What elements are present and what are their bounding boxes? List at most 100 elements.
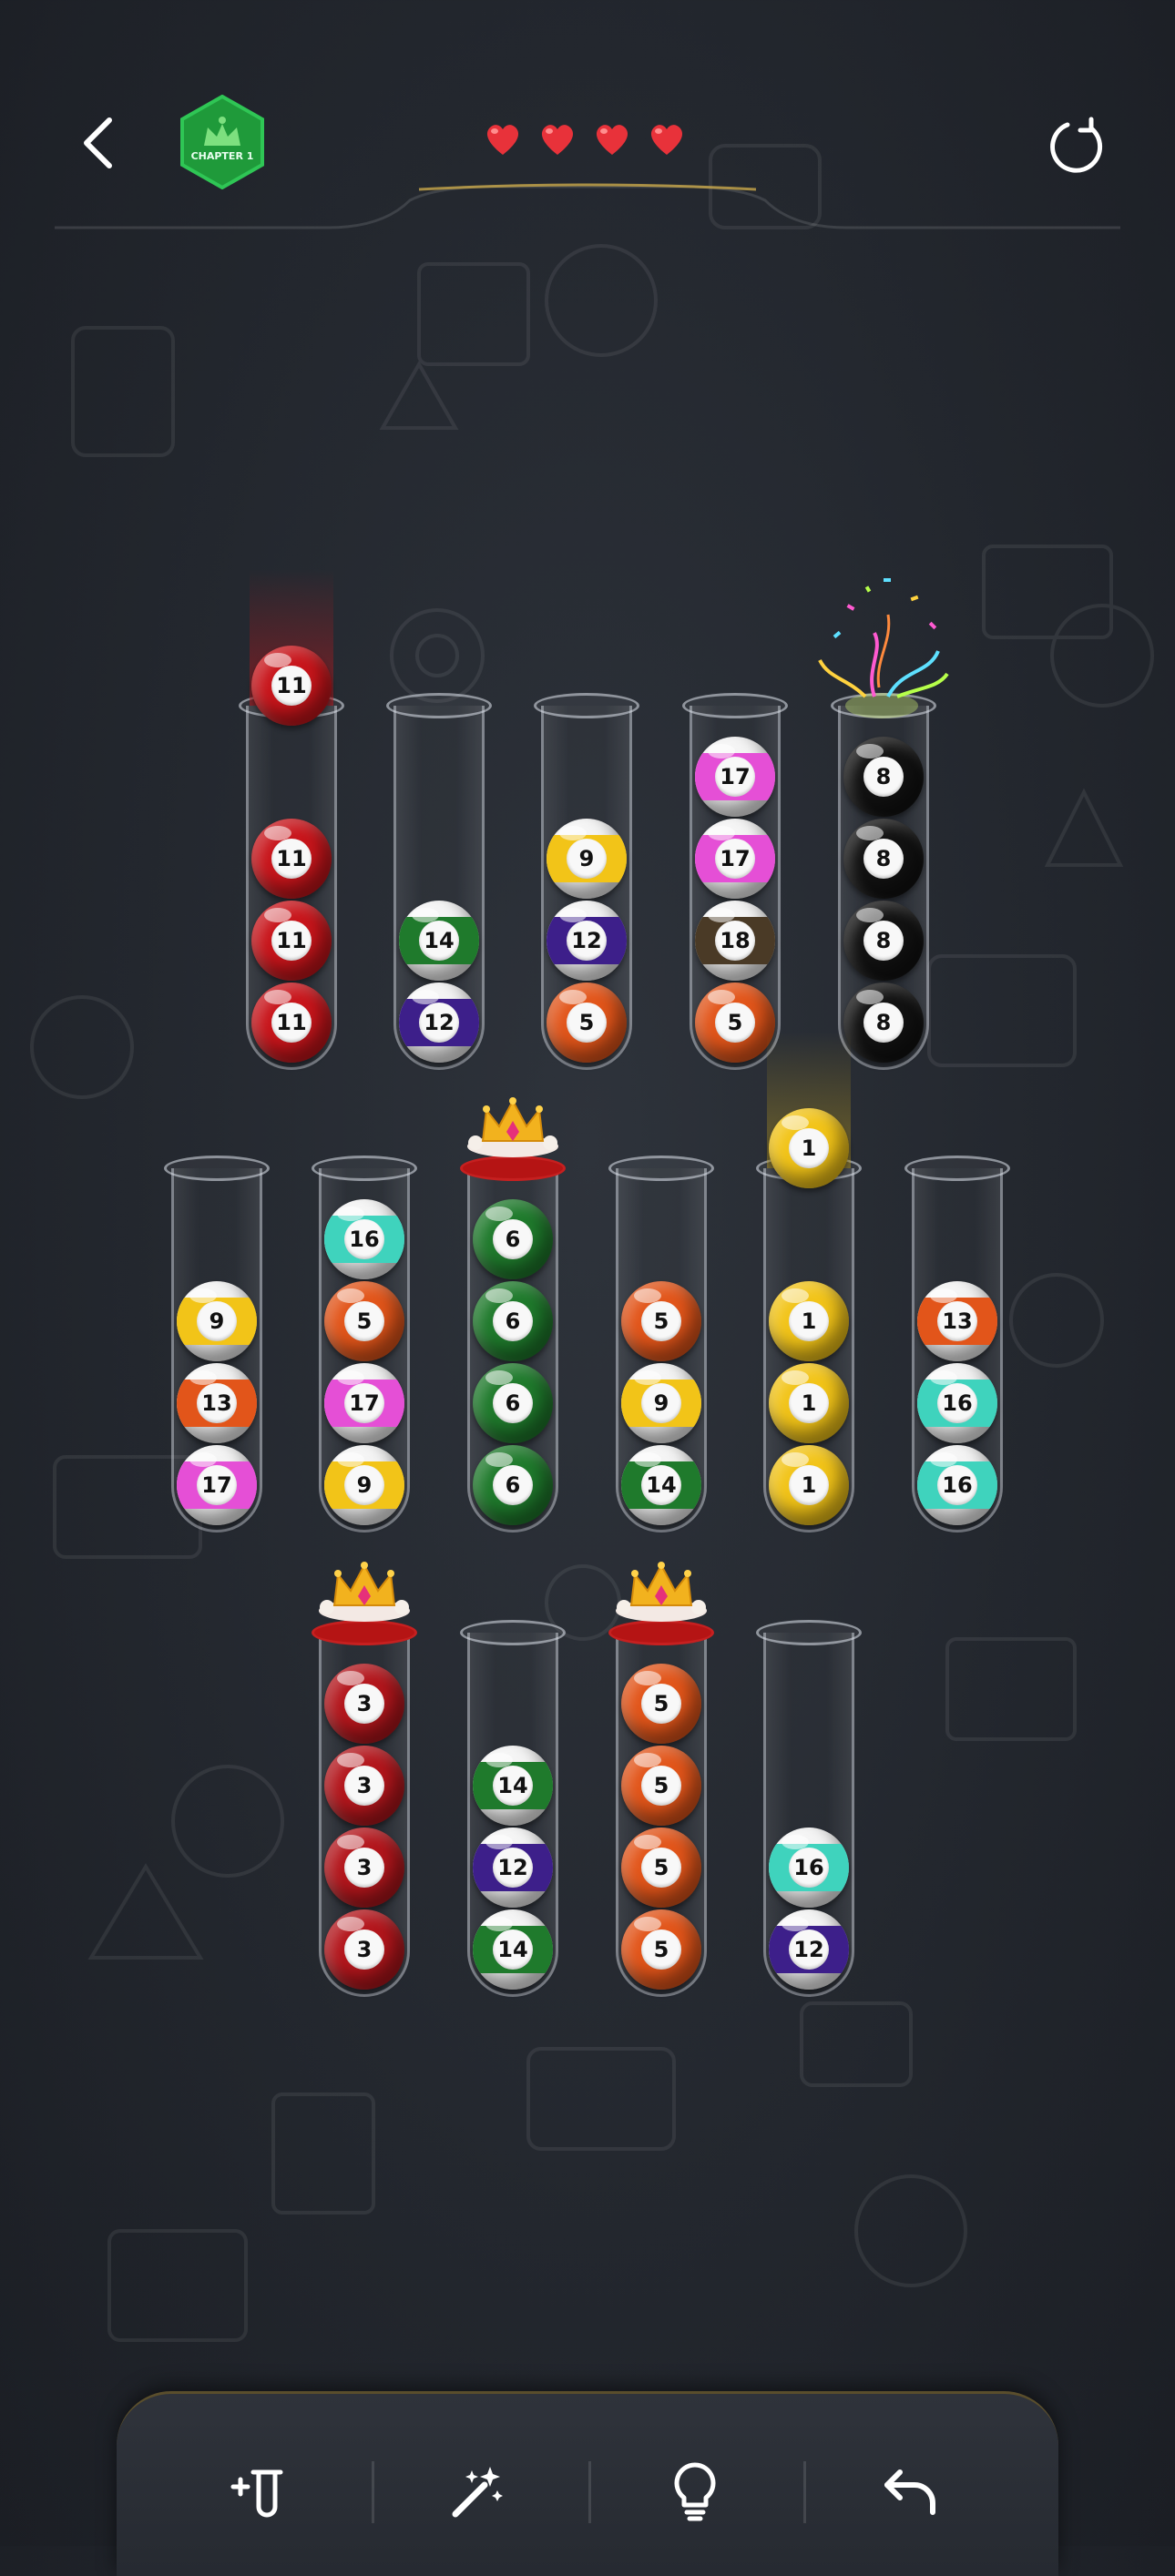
ball: 1 — [769, 1363, 849, 1443]
ball-shine — [782, 1288, 809, 1303]
ball-number: 17 — [715, 757, 755, 797]
magic-wand-button[interactable] — [435, 2450, 517, 2532]
tube-14[interactable]: 5 5 5 5 — [608, 1562, 714, 1997]
ball-shine — [337, 1288, 364, 1303]
ball-number: 9 — [344, 1465, 384, 1505]
ball-shine — [337, 1835, 364, 1849]
back-button[interactable] — [73, 109, 128, 178]
tube-rim — [312, 1156, 417, 1181]
tube-5[interactable]: 8 8 8 8 — [818, 578, 949, 1070]
ball: 14 — [473, 1746, 553, 1826]
tube-13[interactable]: 14 12 14 — [460, 1620, 566, 1997]
ball-number: 8 — [863, 839, 904, 879]
ball-number: 17 — [344, 1383, 384, 1423]
heart-icon — [486, 125, 519, 155]
ball: 5 — [695, 983, 775, 1063]
ball-shine — [930, 1452, 957, 1467]
ball-shine — [634, 1835, 661, 1849]
tube-4[interactable]: 17 17 18 5 — [682, 693, 788, 1070]
ball-shine — [856, 990, 884, 1004]
chevron-left-icon — [84, 117, 112, 168]
ball-number: 18 — [715, 921, 755, 961]
ball: 9 — [547, 819, 627, 899]
ball-number: 3 — [344, 1848, 384, 1888]
ball-shine — [189, 1452, 217, 1467]
ball-shine — [782, 1370, 809, 1385]
ball-shine — [634, 1753, 661, 1767]
tube-rim — [460, 1156, 566, 1181]
ball-shine — [485, 1835, 513, 1849]
ball: 13 — [177, 1363, 257, 1443]
ball: 5 — [324, 1281, 404, 1361]
top-bar: CHAPTER 1 — [0, 0, 1175, 237]
hint-button[interactable] — [654, 2450, 736, 2532]
ball: 17 — [695, 737, 775, 817]
ball-shine — [412, 908, 439, 922]
ball: 12 — [399, 983, 479, 1063]
ball-shine — [708, 826, 735, 840]
tube-15[interactable]: 16 12 — [756, 1620, 862, 1997]
tube-12[interactable]: 3 3 3 3 — [312, 1562, 417, 1997]
ball: 16 — [324, 1199, 404, 1279]
ball-number: 3 — [344, 1684, 384, 1724]
heart-icon — [541, 125, 574, 155]
ball-shine — [708, 990, 735, 1004]
ball-shine — [337, 1370, 364, 1385]
hint-bulb-icon — [674, 2462, 716, 2521]
ball-number: 16 — [789, 1848, 829, 1888]
ball-number: 12 — [493, 1848, 533, 1888]
crown-icon — [616, 1562, 707, 1622]
ball-number: 5 — [641, 1684, 681, 1724]
lifted-ball: 11 — [251, 646, 332, 726]
ball: 9 — [324, 1445, 404, 1525]
ball-shine — [337, 1753, 364, 1767]
ball: 9 — [177, 1281, 257, 1361]
ball-shine — [856, 908, 884, 922]
ball-shine — [412, 990, 439, 1004]
ball-number: 14 — [493, 1929, 533, 1970]
bottom-toolbar — [117, 2391, 1058, 2576]
ball-shine — [337, 1452, 364, 1467]
add-tube-button[interactable] — [219, 2450, 301, 2532]
tube-6[interactable]: 9 13 17 — [164, 1156, 270, 1532]
tube-11[interactable]: 13 16 16 — [904, 1156, 1010, 1532]
ball: 11 — [251, 819, 332, 899]
chapter-badge[interactable] — [179, 94, 266, 190]
tube-rim — [904, 1156, 1010, 1181]
undo-button[interactable] — [869, 2450, 951, 2532]
chapter-label: CHAPTER 1 — [190, 150, 254, 162]
ball-number: 1 — [789, 1128, 829, 1168]
ball: 3 — [324, 1909, 404, 1990]
ball-number: 6 — [493, 1301, 533, 1341]
tube-2[interactable]: 14 12 — [386, 693, 492, 1070]
ball-number: 6 — [493, 1219, 533, 1259]
tube-1[interactable]: 11 11 11 11 — [239, 569, 344, 1070]
ball-number: 14 — [641, 1465, 681, 1505]
ball-shine — [189, 1370, 217, 1385]
ball: 14 — [473, 1909, 553, 1990]
ball-number: 5 — [641, 1766, 681, 1806]
ball-number: 12 — [419, 1003, 459, 1043]
tube-9[interactable]: 5 9 14 — [608, 1156, 714, 1532]
ball: 16 — [769, 1828, 849, 1908]
ball-shine — [930, 1370, 957, 1385]
ball-number: 17 — [715, 839, 755, 879]
ball-shine — [559, 990, 587, 1004]
ball-shine — [337, 1671, 364, 1685]
tube-3[interactable]: 9 12 5 — [534, 693, 639, 1070]
ball-shine — [264, 826, 291, 840]
tube-rim — [534, 693, 639, 718]
ball-number: 1 — [789, 1383, 829, 1423]
ball: 3 — [324, 1746, 404, 1826]
ball: 16 — [917, 1445, 997, 1525]
ball: 11 — [251, 901, 332, 981]
tube-7[interactable]: 16 5 17 9 — [312, 1156, 417, 1532]
ball: 5 — [621, 1746, 701, 1826]
tube-rim — [608, 1620, 714, 1645]
restart-button[interactable] — [1046, 114, 1109, 178]
tube-10[interactable]: 1 1 1 1 — [756, 1032, 862, 1532]
ball-shine — [782, 1917, 809, 1931]
tube-8[interactable]: 6 6 6 6 — [460, 1097, 566, 1532]
ball-shine — [708, 908, 735, 922]
ball: 3 — [324, 1828, 404, 1908]
